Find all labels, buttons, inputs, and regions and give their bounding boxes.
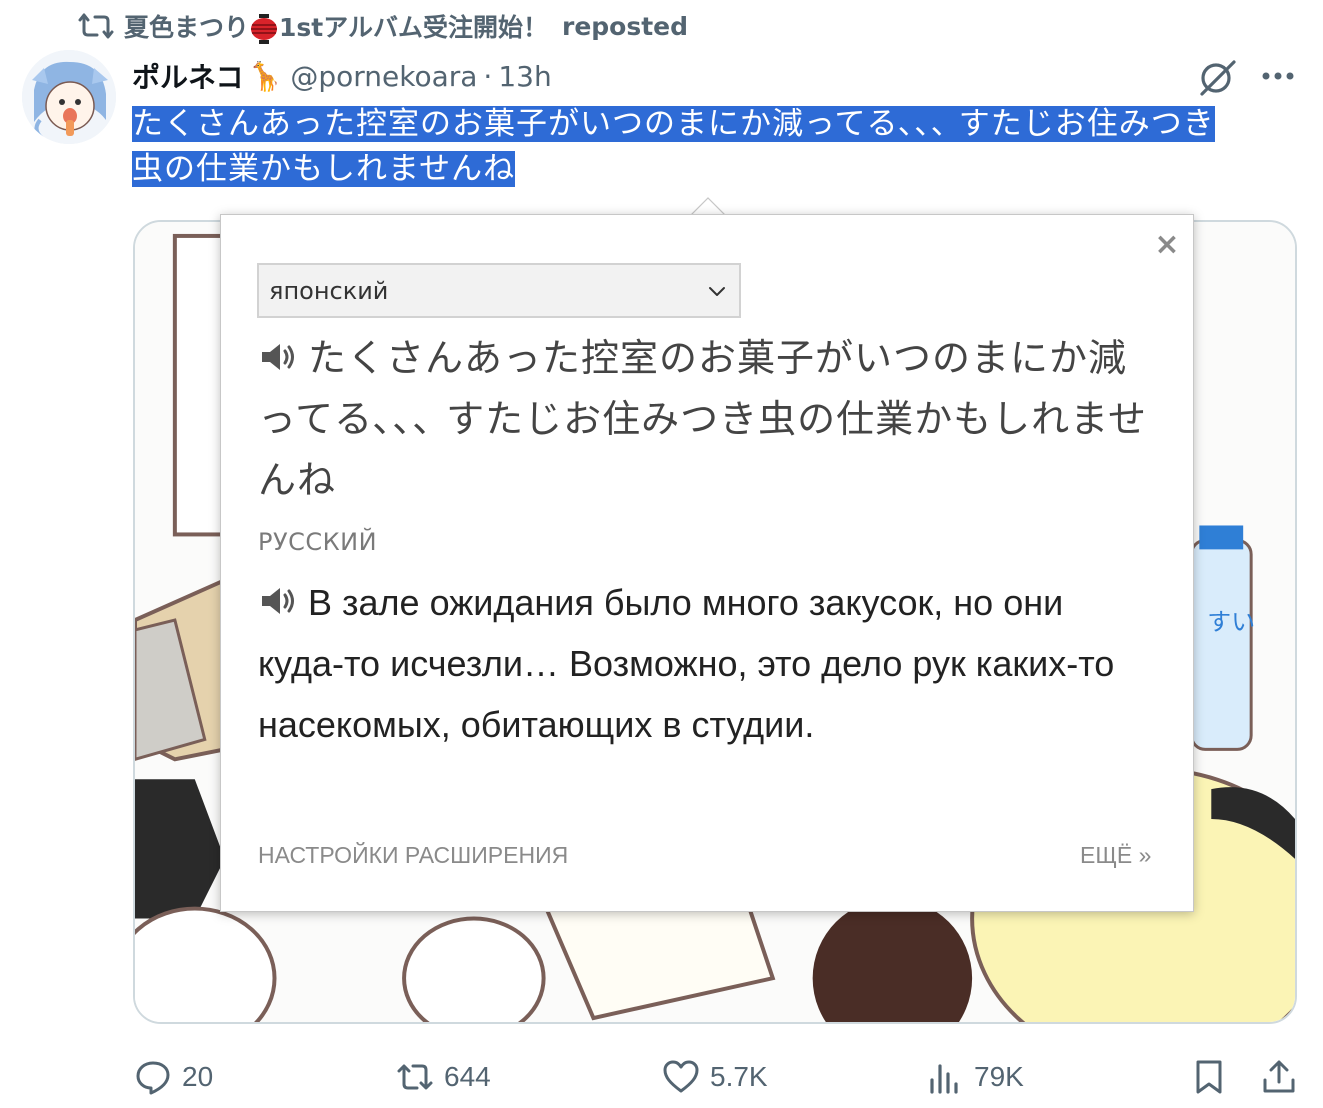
red-lantern-icon — [250, 14, 278, 44]
close-button[interactable]: × — [1152, 230, 1182, 260]
share-icon — [1260, 1058, 1298, 1096]
heart-icon — [662, 1058, 700, 1096]
repost-header: 夏色まつり 1stアルバム受注開始！ reposted — [78, 8, 688, 44]
reposted-label: reposted — [562, 11, 689, 41]
share-button[interactable] — [1260, 1054, 1298, 1100]
more-icon[interactable] — [1258, 62, 1298, 90]
source-language-value: японский — [269, 276, 389, 305]
tweet-text-line-1: たくさんあった控室のお菓子がいつのまにか減ってる､､､ すたじお住みつき — [132, 106, 1215, 142]
more-link[interactable]: ЕЩЁ » — [1080, 842, 1151, 869]
tweet-header: ポルネコ 🦒 @pornekoara · 13h — [132, 54, 552, 98]
target-language-label: РУССКИЙ — [258, 528, 378, 556]
speaker-icon[interactable] — [258, 332, 298, 370]
reposter-name[interactable]: 夏色まつり 1stアルバム受注開始！ — [124, 8, 548, 44]
timestamp[interactable]: 13h — [498, 60, 551, 93]
views-icon — [926, 1058, 964, 1096]
source-text-content: たくさんあった控室のお菓子がいつのまにか減ってる､､､ すたじお住みつき虫の仕業… — [258, 336, 1148, 502]
repost-button[interactable]: 644 — [396, 1054, 491, 1100]
repost-count: 644 — [444, 1061, 491, 1092]
reply-count: 20 — [182, 1061, 214, 1092]
translate-popup — [220, 214, 1194, 912]
svg-text:すい: すい — [1207, 608, 1255, 636]
source-text: たくさんあった控室のお菓子がいつのまにか減ってる､､､ すたじお住みつき虫の仕業… — [258, 328, 1158, 511]
bookmark-button[interactable] — [1190, 1054, 1228, 1100]
speaker-icon[interactable] — [258, 576, 298, 614]
giraffe-emoji: 🦒 — [247, 59, 283, 93]
chevron-down-icon — [705, 279, 729, 303]
display-name[interactable]: ポルネコ — [132, 56, 243, 96]
like-button[interactable]: 5.7K — [662, 1054, 768, 1100]
source-language-select[interactable]: японский — [257, 263, 741, 318]
translated-text: В зале ожидания было много закусок, но о… — [258, 572, 1158, 755]
grok-icon[interactable] — [1196, 56, 1238, 98]
tweet-text-line-2: 虫の仕業かもしれませんね — [132, 151, 516, 187]
avatar[interactable] — [22, 50, 116, 144]
reply-icon — [134, 1058, 172, 1096]
reply-button[interactable]: 20 — [134, 1054, 213, 1100]
views-button[interactable]: 79K — [926, 1054, 1024, 1100]
like-count: 5.7K — [710, 1061, 768, 1092]
handle[interactable]: @pornekoara — [290, 60, 477, 93]
extension-settings-link[interactable]: НАСТРОЙКИ РАСШИРЕНИЯ — [258, 842, 568, 869]
tweet-text[interactable]: たくさんあった控室のお菓子がいつのまにか減ってる､､､ すたじお住みつき 虫の仕… — [132, 102, 1292, 192]
repost-icon — [78, 11, 114, 41]
bookmark-icon — [1190, 1058, 1228, 1096]
repost-icon — [396, 1058, 434, 1096]
popup-arrow — [688, 196, 728, 218]
translated-text-content: В зале ожидания было много закусок, но о… — [258, 582, 1115, 745]
views-count: 79K — [974, 1061, 1024, 1092]
separator: · — [483, 59, 493, 93]
